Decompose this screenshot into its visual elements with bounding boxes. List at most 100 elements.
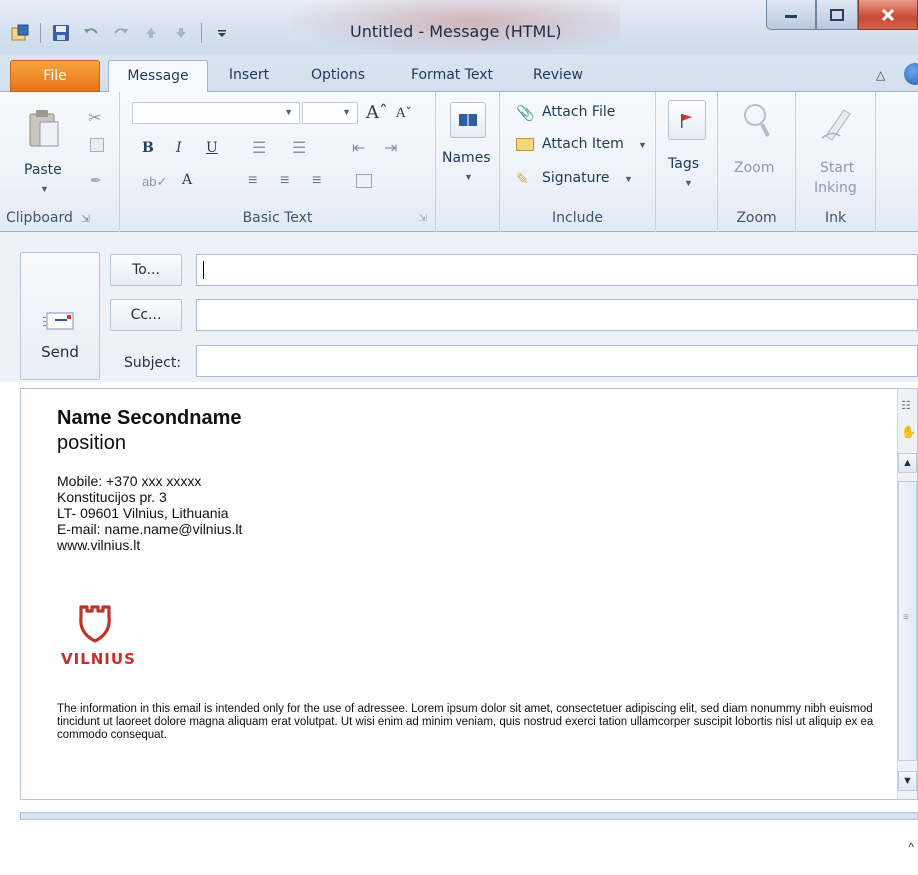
horizontal-scrollbar[interactable] [20,812,918,820]
text-cursor [203,261,204,279]
attach-item-label: Attach Item [542,136,624,152]
undo-icon[interactable] [81,23,101,43]
hand-icon[interactable]: ✋ [901,425,916,439]
decrease-indent-icon[interactable]: ⇤ [352,138,365,158]
vilnius-logo-text: VILNIUS [61,650,136,668]
tab-file[interactable]: File [10,60,100,92]
shrink-font-icon[interactable]: Aˇ [396,106,412,121]
clipboard-group: Paste ▼ ✂ ✒ Clipboard ⇲ [0,92,120,232]
signature-address-line-1: Konstitucijos pr. 3 [57,489,167,505]
font-color-icon[interactable]: A [182,172,192,188]
align-center-icon[interactable]: ≡ [280,172,289,190]
scroll-down-button[interactable]: ▼ [898,771,917,791]
attach-item-button[interactable]: Attach Item ▼ [516,136,652,158]
down-arrow-icon[interactable] [171,23,191,43]
tab-options[interactable]: Options [298,60,378,92]
tab-message[interactable]: Message [108,60,208,93]
compose-header: Send To... Cc... Subject: [0,232,918,382]
cc-button[interactable]: Cc... [110,299,182,331]
inking-label: Inking [814,180,857,196]
bullets-icon[interactable]: ☰ [252,138,266,158]
envelope-icon [516,138,534,151]
minimize-button[interactable] [766,0,816,30]
signature-address-line-2: LT- 09601 Vilnius, Lithuania [57,505,229,521]
outlook-icon[interactable] [10,23,30,43]
to-field[interactable] [196,254,918,286]
italic-icon[interactable]: I [176,140,182,156]
maximize-button[interactable] [816,0,858,30]
customize-qat-icon[interactable] [212,23,232,43]
scroll-up-button[interactable]: ▲ [898,453,917,473]
signature-mobile: Mobile: +370 xxx xxxxx [57,473,202,489]
help-icon[interactable] [904,63,918,85]
start-label: Start [820,160,855,176]
paste-icon [29,110,59,147]
basic-text-group: ▼ ▼ Aˆ Aˇ B I U ☰ ☰ ⇤ ⇥ ab✓ A ≡ ≡ ≡ Basi… [120,92,436,232]
ink-group: Start Inking Ink [796,92,876,232]
tags-button[interactable]: Tags ▼ [662,100,712,204]
increase-indent-icon[interactable]: ⇥ [384,138,397,158]
attach-file-button[interactable]: 📎 Attach File [516,104,646,126]
names-button[interactable]: Names ▼ [442,100,494,204]
align-right-icon[interactable]: ≡ [312,172,321,190]
copy-icon[interactable] [90,138,104,152]
ruler-icon[interactable]: ☷ [901,399,911,412]
ribbon: Paste ▼ ✂ ✒ Clipboard ⇲ ▼ ▼ Aˆ Aˇ B I U … [0,92,918,232]
book-glyph [459,114,477,126]
expand-up-icon[interactable]: ^ [908,840,914,854]
signature-name: Name Secondname [57,407,242,429]
qat-separator [201,23,202,43]
include-group: 📎 Attach File Attach Item ▼ ✎ Signature … [500,92,656,232]
tab-format-text[interactable]: Format Text [396,60,508,92]
numbering-icon[interactable]: ☰ [292,138,306,158]
collapse-ribbon-icon[interactable]: △ [876,68,885,82]
subject-label: Subject: [124,355,182,371]
clipboard-launcher-icon[interactable]: ⇲ [81,214,89,225]
cc-field[interactable] [196,299,918,331]
signature-button[interactable]: ✎ Signature ▼ [516,170,652,192]
highlight-icon[interactable]: ab✓ [142,174,167,190]
include-group-label: Include [552,210,603,226]
zoom-group: Zoom Zoom [718,92,796,232]
scroll-thumb[interactable]: ≡ [898,481,917,761]
tab-review[interactable]: Review [520,60,596,92]
up-arrow-icon[interactable] [141,23,161,43]
paste-label: Paste [24,162,62,178]
tab-insert[interactable]: Insert [218,60,280,92]
font-name-combo[interactable]: ▼ [132,102,300,124]
paperclip-icon: 📎 [516,105,535,122]
redo-icon[interactable] [111,23,131,43]
grow-font-icon[interactable]: Aˆ [366,102,388,123]
to-button[interactable]: To... [110,254,182,286]
ribbon-tabs: File Message Insert Options Format Text … [0,54,918,93]
format-painter-icon[interactable]: ✒ [90,172,102,189]
zoom-button[interactable]: Zoom [730,102,786,198]
font-size-combo[interactable]: ▼ [302,102,358,124]
flag-glyph [681,114,692,128]
vertical-scrollbar[interactable]: ☷ ✋ ▲ ≡ ▼ [897,389,917,799]
names-label: Names [442,150,491,166]
magnifier-icon [744,104,770,137]
basic-text-launcher-icon[interactable]: ⇲ [419,213,427,224]
signature-label: Signature [542,170,610,186]
bold-icon[interactable]: B [142,140,154,156]
close-button[interactable] [858,0,918,30]
close-icon [881,8,895,21]
styles-icon[interactable] [356,174,372,188]
cut-icon[interactable]: ✂ [88,108,101,128]
start-inking-button[interactable]: Start Inking [806,102,866,202]
message-body[interactable]: Name Secondname position Mobile: +370 xx… [20,388,918,800]
font-size-dropdown-icon: ▼ [342,107,351,117]
save-icon[interactable] [51,23,71,43]
tags-dropdown-icon: ▼ [684,178,693,188]
qat-separator [40,23,41,43]
zoom-label: Zoom [734,160,775,176]
basic-text-group-label: Basic Text [242,210,313,226]
send-icon [43,312,74,330]
names-dropdown-icon: ▼ [464,172,473,182]
align-left-icon[interactable]: ≡ [248,172,257,190]
underline-icon[interactable]: U [206,140,218,156]
subject-field[interactable] [196,345,918,377]
paste-button[interactable]: Paste ▼ [18,104,78,198]
send-button[interactable]: Send [20,252,100,380]
